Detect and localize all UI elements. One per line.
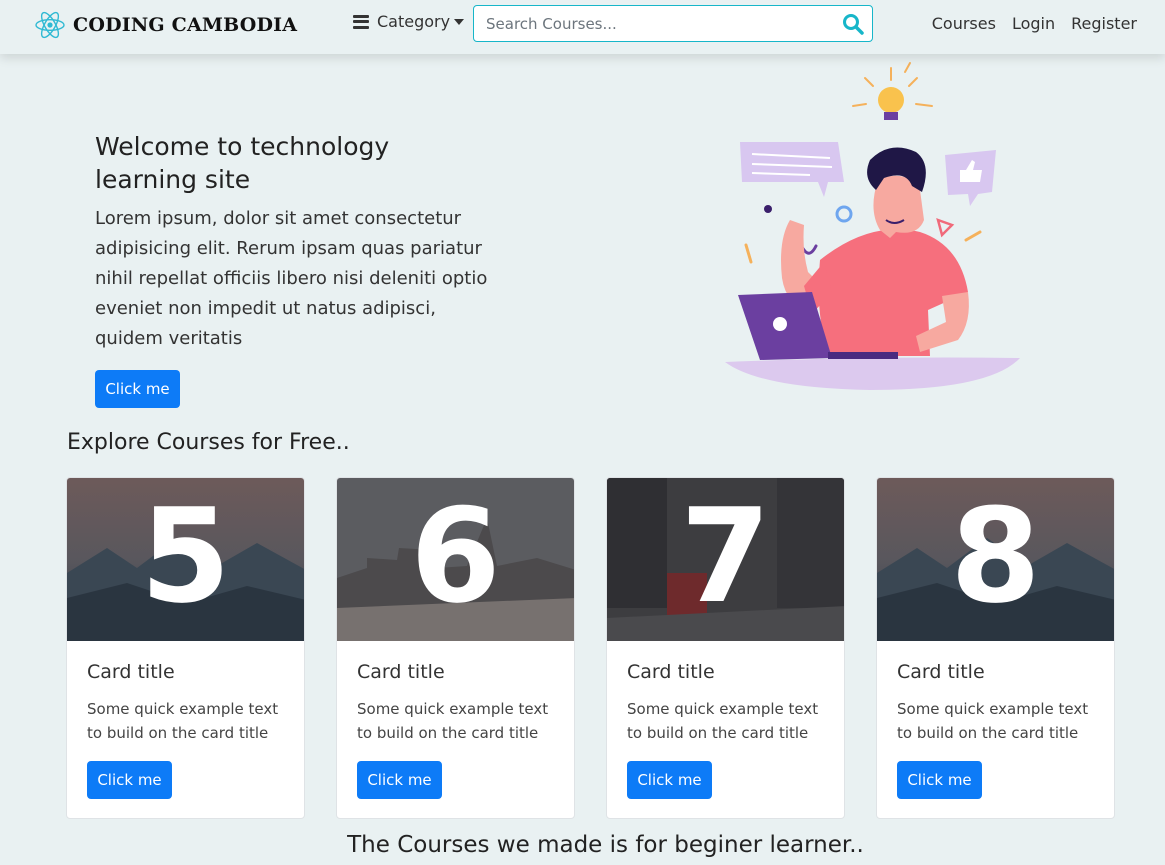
- card-image: 7: [607, 478, 844, 641]
- card-text: Some quick example text to build on the …: [627, 700, 819, 742]
- nav-link-courses[interactable]: Courses: [932, 14, 996, 33]
- card-title: Card title: [897, 661, 985, 683]
- bars-icon: [353, 14, 369, 29]
- card-title: Card title: [627, 661, 715, 683]
- react-logo-icon: [35, 11, 65, 39]
- card-title: Card title: [357, 661, 445, 683]
- nav-links: Courses Login Register: [932, 14, 1137, 33]
- card-body: Card title Some quick example text to bu…: [877, 641, 1114, 799]
- card-body: Card title Some quick example text to bu…: [337, 641, 574, 799]
- card-text: Some quick example text to build on the …: [87, 700, 279, 742]
- hero-description: Lorem ipsum, dolor sit amet consectetur …: [95, 208, 488, 349]
- card-click-button[interactable]: Click me: [87, 761, 172, 799]
- card-click-button[interactable]: Click me: [357, 761, 442, 799]
- hero-illustration: [725, 62, 1020, 390]
- category-label: Category: [377, 12, 451, 31]
- navbar: CODING CAMBODIA Category Courses Login R…: [0, 0, 1165, 54]
- hero-click-button[interactable]: Click me: [95, 370, 180, 408]
- card-image: 8: [877, 478, 1114, 641]
- card-text: Some quick example text to build on the …: [357, 700, 549, 742]
- card-image: 5: [67, 478, 304, 641]
- card-body: Card title Some quick example text to bu…: [607, 641, 844, 799]
- card-click-button[interactable]: Click me: [627, 761, 712, 799]
- hero-title: Welcome to technology learning site: [95, 132, 390, 194]
- caret-down-icon: [454, 18, 465, 25]
- card-number: 5: [140, 480, 231, 632]
- search-input[interactable]: [474, 6, 824, 41]
- card-image: 6: [337, 478, 574, 641]
- card-text: Some quick example text to build on the …: [897, 700, 1089, 742]
- card-click-button[interactable]: Click me: [897, 761, 982, 799]
- nav-link-register[interactable]: Register: [1071, 14, 1137, 33]
- card-title: Card title: [87, 661, 175, 683]
- footer-heading: The Courses we made is for beginer learn…: [347, 832, 864, 858]
- course-card: 8 Card title Some quick example text to …: [876, 477, 1115, 819]
- brand[interactable]: CODING CAMBODIA: [34, 8, 297, 42]
- lightbulb-icon: [852, 62, 933, 120]
- course-card: 6 Card title Some quick example text to …: [336, 477, 575, 819]
- courses-heading: Explore Courses for Free..: [67, 430, 350, 455]
- search-box: [473, 5, 873, 42]
- nav-link-login[interactable]: Login: [1012, 14, 1055, 33]
- category-dropdown[interactable]: Category: [353, 12, 465, 31]
- card-body: Card title Some quick example text to bu…: [67, 641, 304, 799]
- card-number: 7: [680, 480, 771, 632]
- card-number: 8: [950, 480, 1041, 632]
- search-icon[interactable]: [841, 12, 865, 36]
- brand-name: CODING CAMBODIA: [73, 14, 298, 36]
- course-card: 7 Card title Some quick example text to …: [606, 477, 845, 819]
- course-card: 5 Card title Some quick example text to …: [66, 477, 305, 819]
- card-number: 6: [410, 480, 501, 632]
